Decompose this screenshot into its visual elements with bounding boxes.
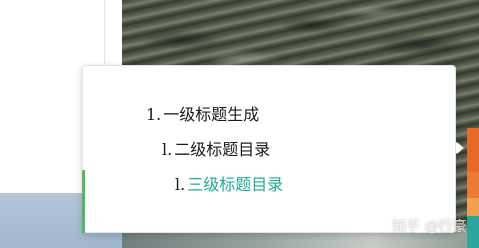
toc-item-level1[interactable]: 1. 一级标题生成 [146,105,259,125]
popup-pointer [456,142,463,154]
side-tab-orange-light [467,172,479,198]
toc-item-label: 三级标题目录 [187,175,284,194]
side-tab[interactable] [467,128,479,248]
side-tab-amber [467,198,479,216]
toc-item-number: l. [162,140,173,159]
toc-item-level2[interactable]: l. 二级标题目录 [162,140,270,160]
toc-item-label: 一级标题生成 [163,105,260,124]
active-marker [82,170,85,233]
toc-item-number: l. [175,175,186,194]
side-tab-teal [467,216,479,248]
watermark: 知乎 @行豪 [392,219,467,235]
side-tab-orange [467,128,479,172]
toc-item-number: 1. [146,105,162,124]
toc-item-level3[interactable]: l. 三级标题目录 [175,175,283,195]
toc-item-label: 二级标题目录 [174,140,271,159]
